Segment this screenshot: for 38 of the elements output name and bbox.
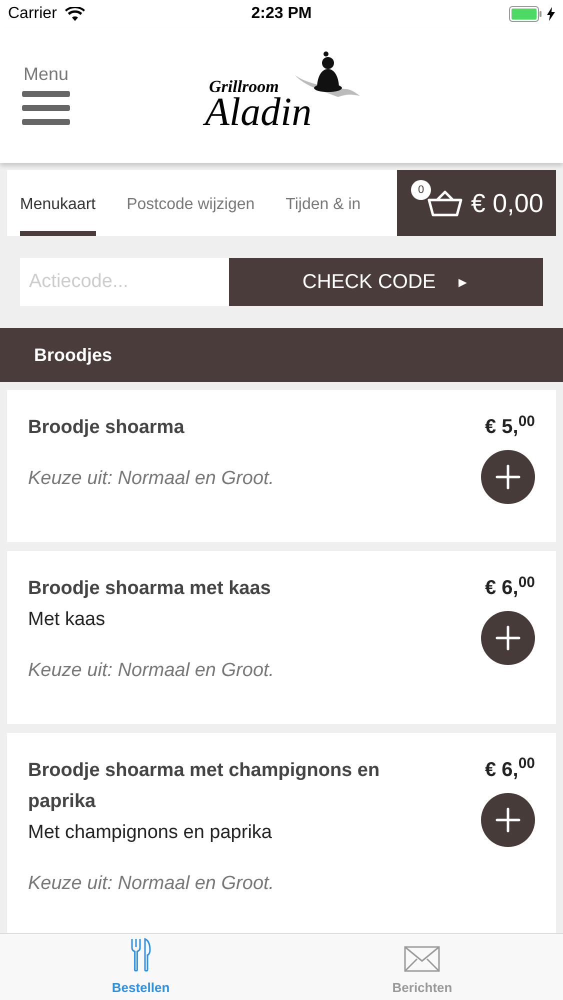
add-button[interactable]: [481, 450, 535, 504]
product-choices: Keuze uit: Normaal en Groot.: [28, 659, 276, 683]
plus-icon: [495, 464, 521, 490]
charging-icon: [547, 7, 555, 21]
product-price: € 6,$^{00}$: [484, 573, 535, 601]
status-time: 2:23 PM: [251, 4, 312, 24]
menu-icon: [22, 90, 70, 126]
menu-tab[interactable]: Tijden & in: [286, 170, 361, 236]
product-choices: Keuze uit: Normaal en Groot.: [28, 467, 276, 491]
basket-icon: [427, 189, 463, 217]
product-price: € 6,$^{00}$: [484, 754, 535, 782]
product-name: Broodje shoarma: [28, 416, 186, 440]
cart-button[interactable]: 0 € 0,00: [397, 170, 556, 236]
envelope-icon: [404, 946, 440, 972]
product-choices: Keuze uit: Normaal en Groot.: [28, 872, 276, 896]
product-card[interactable]: Broodje shoarma met champignons en paprika Met champignons en paprika Keuze uit: Normaal en Groot. € 6,$^{00}$: [7, 732, 556, 933]
menu-button[interactable]: Menu: [22, 64, 70, 126]
product-name: Broodje shoarma met kaas: [28, 577, 272, 601]
product-description: Met champignons en paprika: [28, 820, 273, 844]
add-button[interactable]: [481, 792, 535, 846]
product-card[interactable]: Broodje shoarma Keuze uit: Normaal en Groot. € 5,$^{00}$: [7, 390, 556, 542]
battery-icon: [509, 6, 543, 22]
fork-knife-icon: [130, 938, 152, 972]
menu-tab[interactable]: Menukaart: [20, 170, 96, 236]
product-card[interactable]: Broodje shoarma met kaas Met kaas Keuze uit: Normaal en Groot. € 6,$^{00}$: [7, 551, 556, 724]
product-price: € 5,$^{00}$: [484, 412, 535, 440]
logo: Grillroom Aladin: [205, 50, 365, 145]
section-title: Broodjes: [34, 344, 112, 367]
check-code-button[interactable]: CHECK CODE ►: [229, 258, 543, 306]
plus-icon: [495, 625, 521, 651]
wifi-icon: [64, 6, 85, 22]
add-button[interactable]: [481, 611, 535, 665]
product-name: Broodje shoarma met champignons en paprika: [28, 758, 381, 814]
plus-icon: [495, 806, 521, 832]
carrier-label: Carrier: [8, 4, 57, 24]
cart-count-badge: 0: [411, 180, 431, 200]
product-description: Met kaas: [28, 608, 106, 632]
menu-tab[interactable]: Postcode wijzigen: [126, 170, 255, 236]
